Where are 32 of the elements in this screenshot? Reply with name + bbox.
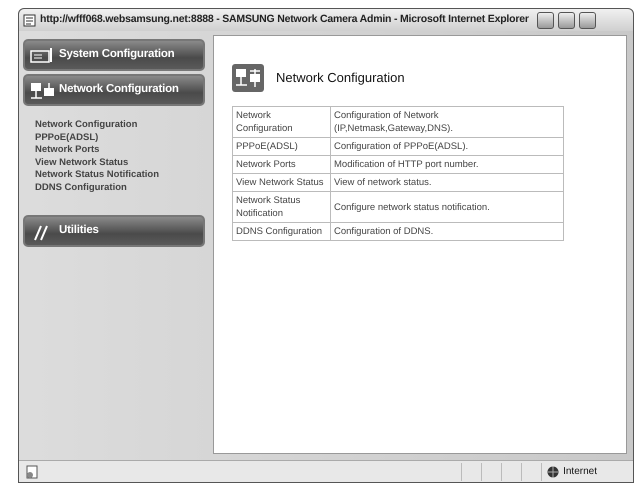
network-computers-icon bbox=[232, 64, 264, 92]
table-cell: View Network Status bbox=[232, 174, 330, 192]
sidebar-link[interactable]: Network Status Notification bbox=[35, 169, 209, 182]
zone-label: Internet bbox=[563, 465, 597, 479]
sidebar-link[interactable]: View Network Status bbox=[35, 156, 209, 170]
table-cell: Modification of HTTP port number. bbox=[330, 156, 564, 174]
page-heading: Network Configuration bbox=[276, 69, 405, 88]
network-computers-icon bbox=[29, 80, 57, 100]
close-button[interactable] bbox=[578, 12, 596, 28]
minimize-button[interactable] bbox=[536, 12, 554, 28]
sidebar-menu-button[interactable]: Network Configuration bbox=[23, 74, 205, 106]
table-cell: PPPoE(ADSL) bbox=[232, 138, 330, 156]
sidebar-link[interactable]: DDNS Configuration bbox=[35, 182, 209, 195]
sidebar-menu-button[interactable]: Utilities bbox=[23, 214, 205, 247]
table-cell: Network Configuration bbox=[232, 106, 330, 138]
table-cell: Configuration of DDNS. bbox=[330, 222, 564, 240]
page-status-icon bbox=[25, 464, 39, 478]
globe-icon bbox=[547, 466, 560, 478]
table-cell: Configuration of PPPoE(ADSL). bbox=[330, 138, 564, 156]
sidebar-link[interactable]: Network Ports bbox=[35, 144, 209, 157]
sidebar-link[interactable]: Network Configuration bbox=[35, 119, 209, 132]
window-title: http://wfff068.websamsung.net:8888 - SAMSUNG Network Camera Admin - Microsoft Internet Explorer bbox=[40, 12, 529, 28]
sidebar-link[interactable]: PPPoE(ADSL) bbox=[35, 132, 209, 144]
table-cell: Network Ports bbox=[232, 156, 330, 174]
table-cell: Network Status Notification bbox=[232, 192, 330, 222]
table-cell: View of network status. bbox=[330, 174, 564, 192]
table-cell: Configure network status notification. bbox=[330, 192, 564, 222]
browser-page-icon bbox=[23, 14, 36, 26]
table-cell: Configuration of Network (IP,Netmask,Gateway,DNS). bbox=[330, 106, 564, 138]
sidebar-menu-button[interactable]: System Configuration bbox=[23, 39, 205, 71]
maximize-button[interactable] bbox=[558, 12, 575, 28]
table-cell: DDNS Configuration bbox=[232, 222, 330, 240]
